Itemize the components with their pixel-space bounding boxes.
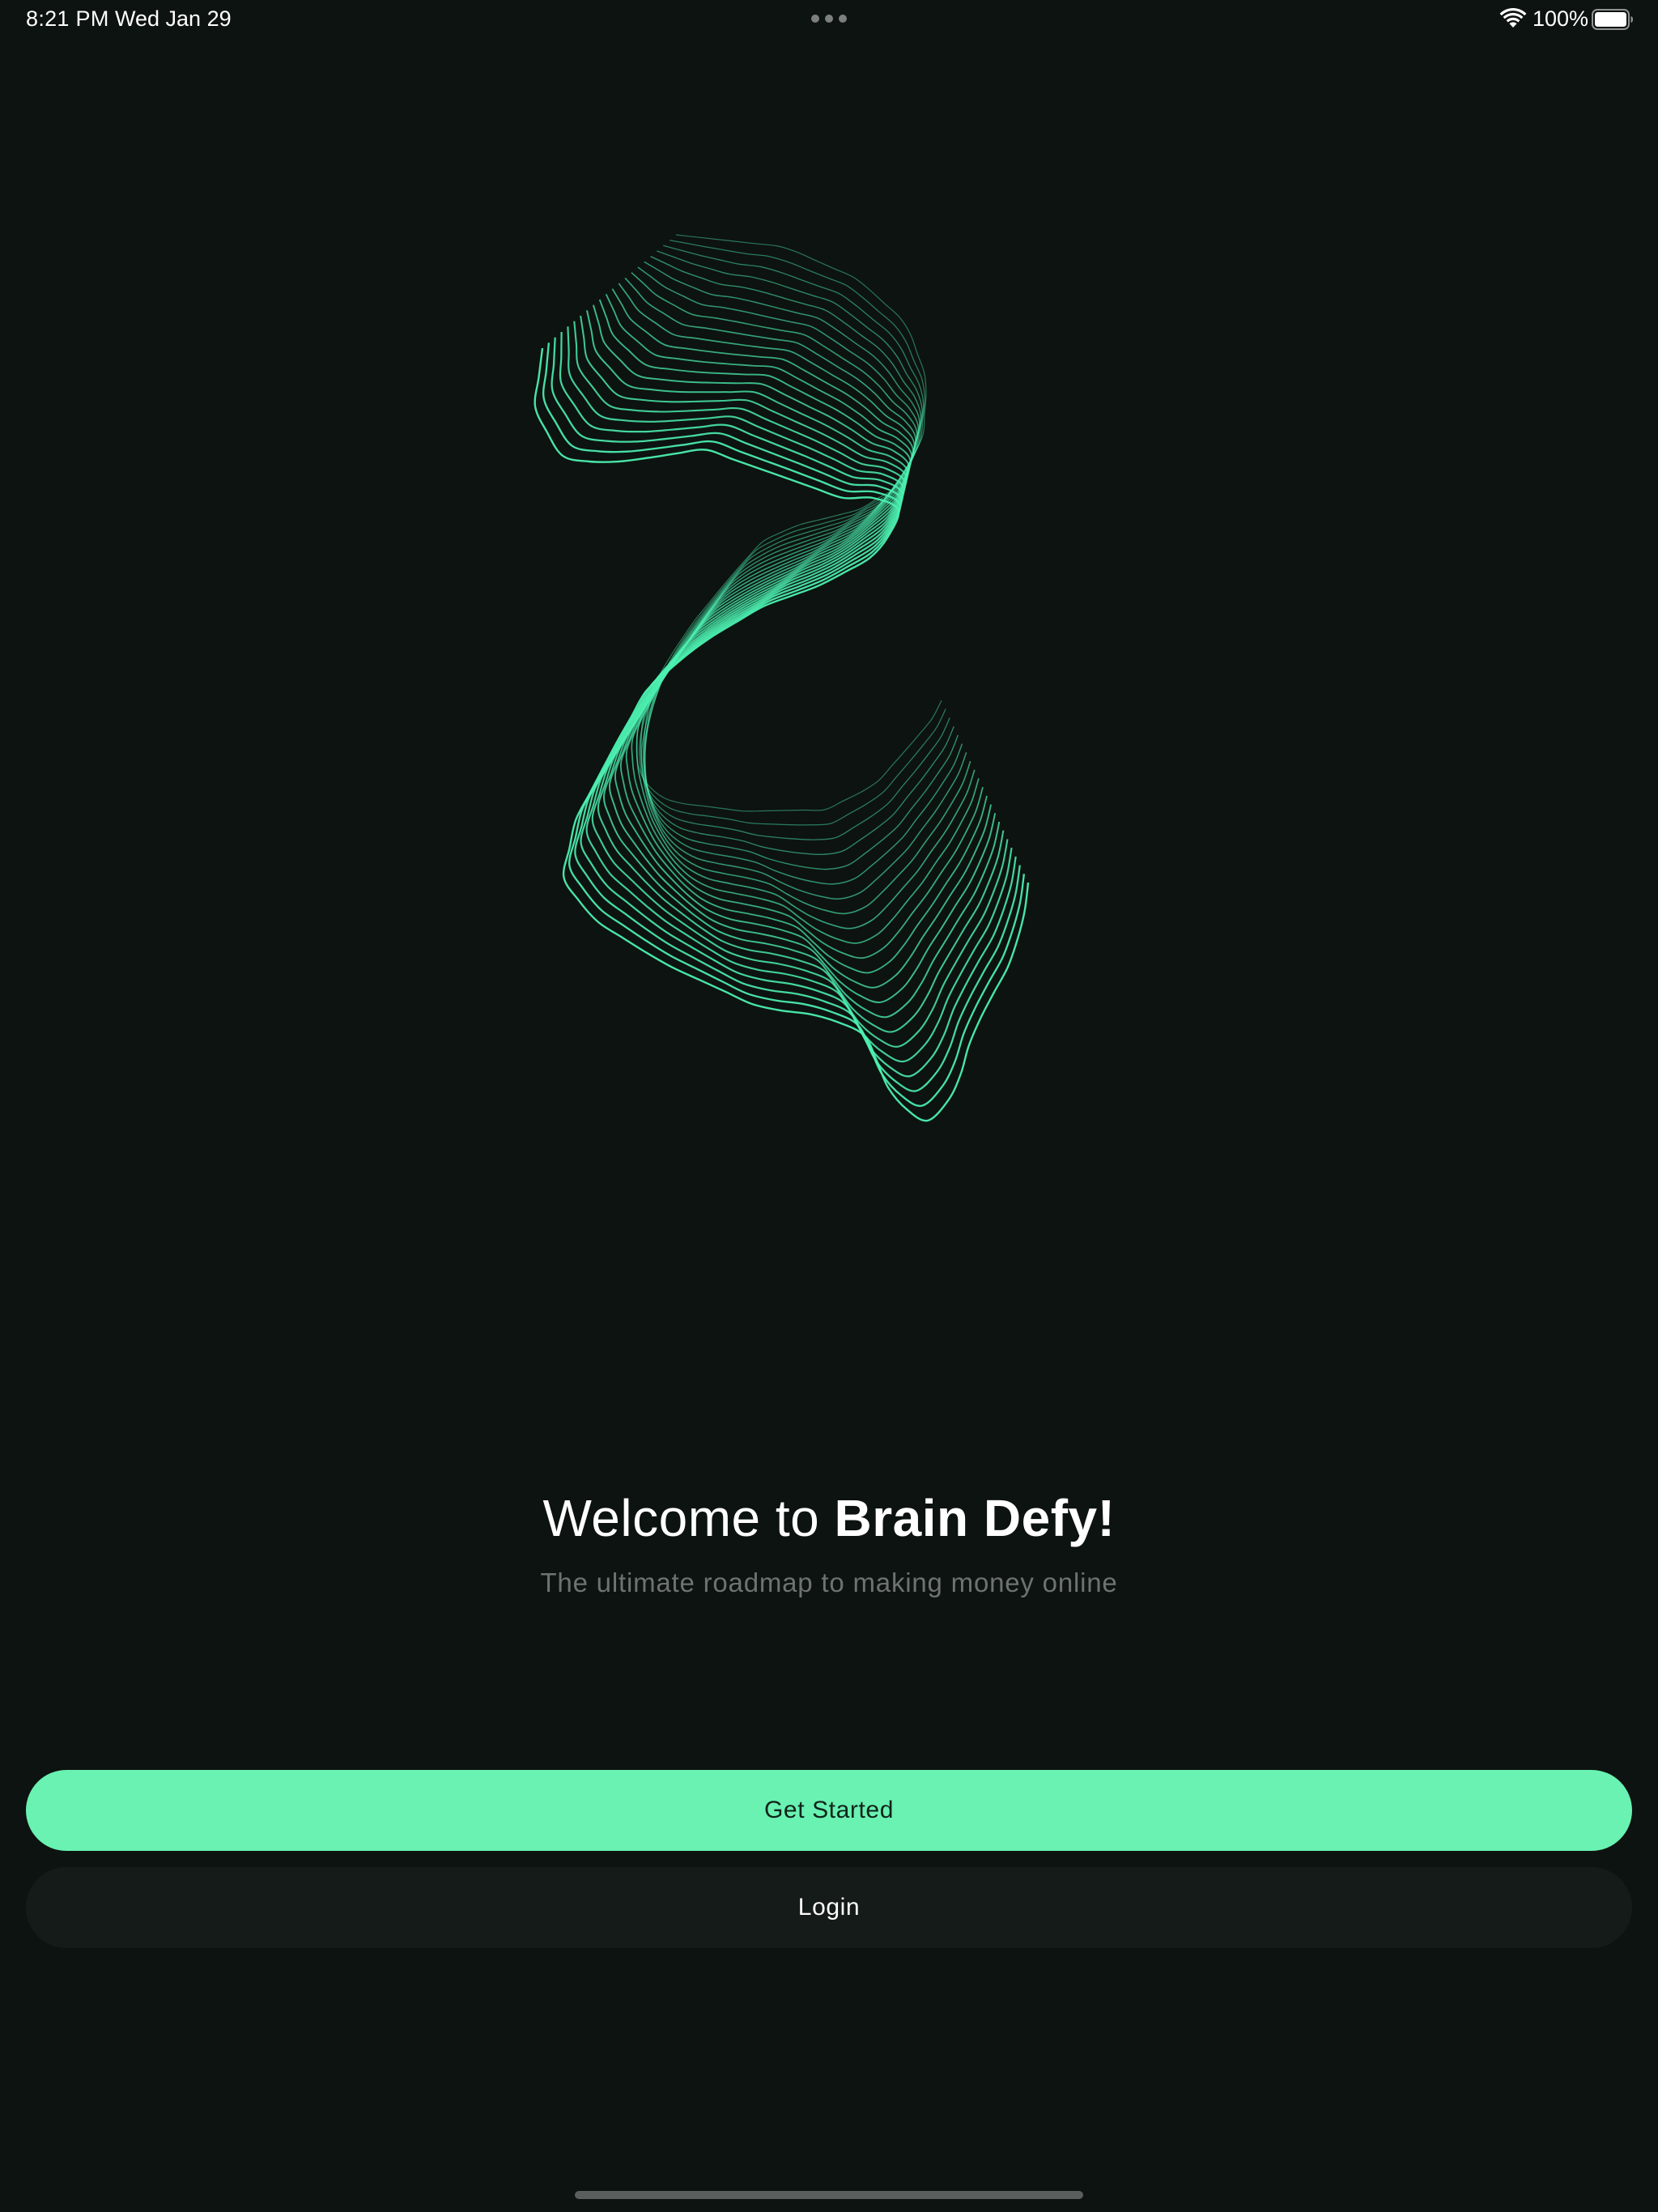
wifi-icon	[1499, 8, 1527, 28]
dot	[825, 15, 833, 23]
multitask-dots-icon[interactable]	[811, 15, 847, 24]
wave-line	[640, 245, 950, 840]
welcome-title: Welcome to Brain Defy!	[0, 1488, 1658, 1548]
wave-line	[618, 283, 980, 944]
get-started-button[interactable]: Get Started	[26, 1770, 1632, 1851]
home-indicator[interactable]	[575, 2191, 1083, 2199]
login-button[interactable]: Login	[26, 1867, 1632, 1948]
wave-line	[639, 240, 946, 826]
wave-line	[567, 326, 1013, 1063]
wave-line	[573, 321, 1009, 1048]
brand-name: Brain Defy!	[834, 1489, 1116, 1547]
wave-line	[624, 277, 976, 929]
wave-line	[586, 310, 1001, 1019]
battery-icon	[1592, 9, 1633, 30]
status-time: 8:21 PM	[26, 6, 109, 31]
dot	[839, 15, 847, 23]
welcome-title-prefix: Welcome to	[542, 1489, 835, 1547]
wave-line	[551, 337, 1021, 1092]
wave-line	[559, 331, 1017, 1078]
welcome-subtitle: The ultimate roadmap to making money onl…	[540, 1568, 1118, 1597]
flowing-line-wave-icon	[534, 234, 1030, 1122]
status-date: Wed Jan 29	[115, 6, 232, 31]
status-bar: 8:21 PM Wed Jan 29 100%	[0, 0, 1658, 39]
battery-percent: 100%	[1533, 6, 1589, 31]
wave-line	[534, 347, 1030, 1122]
dot	[811, 15, 819, 23]
